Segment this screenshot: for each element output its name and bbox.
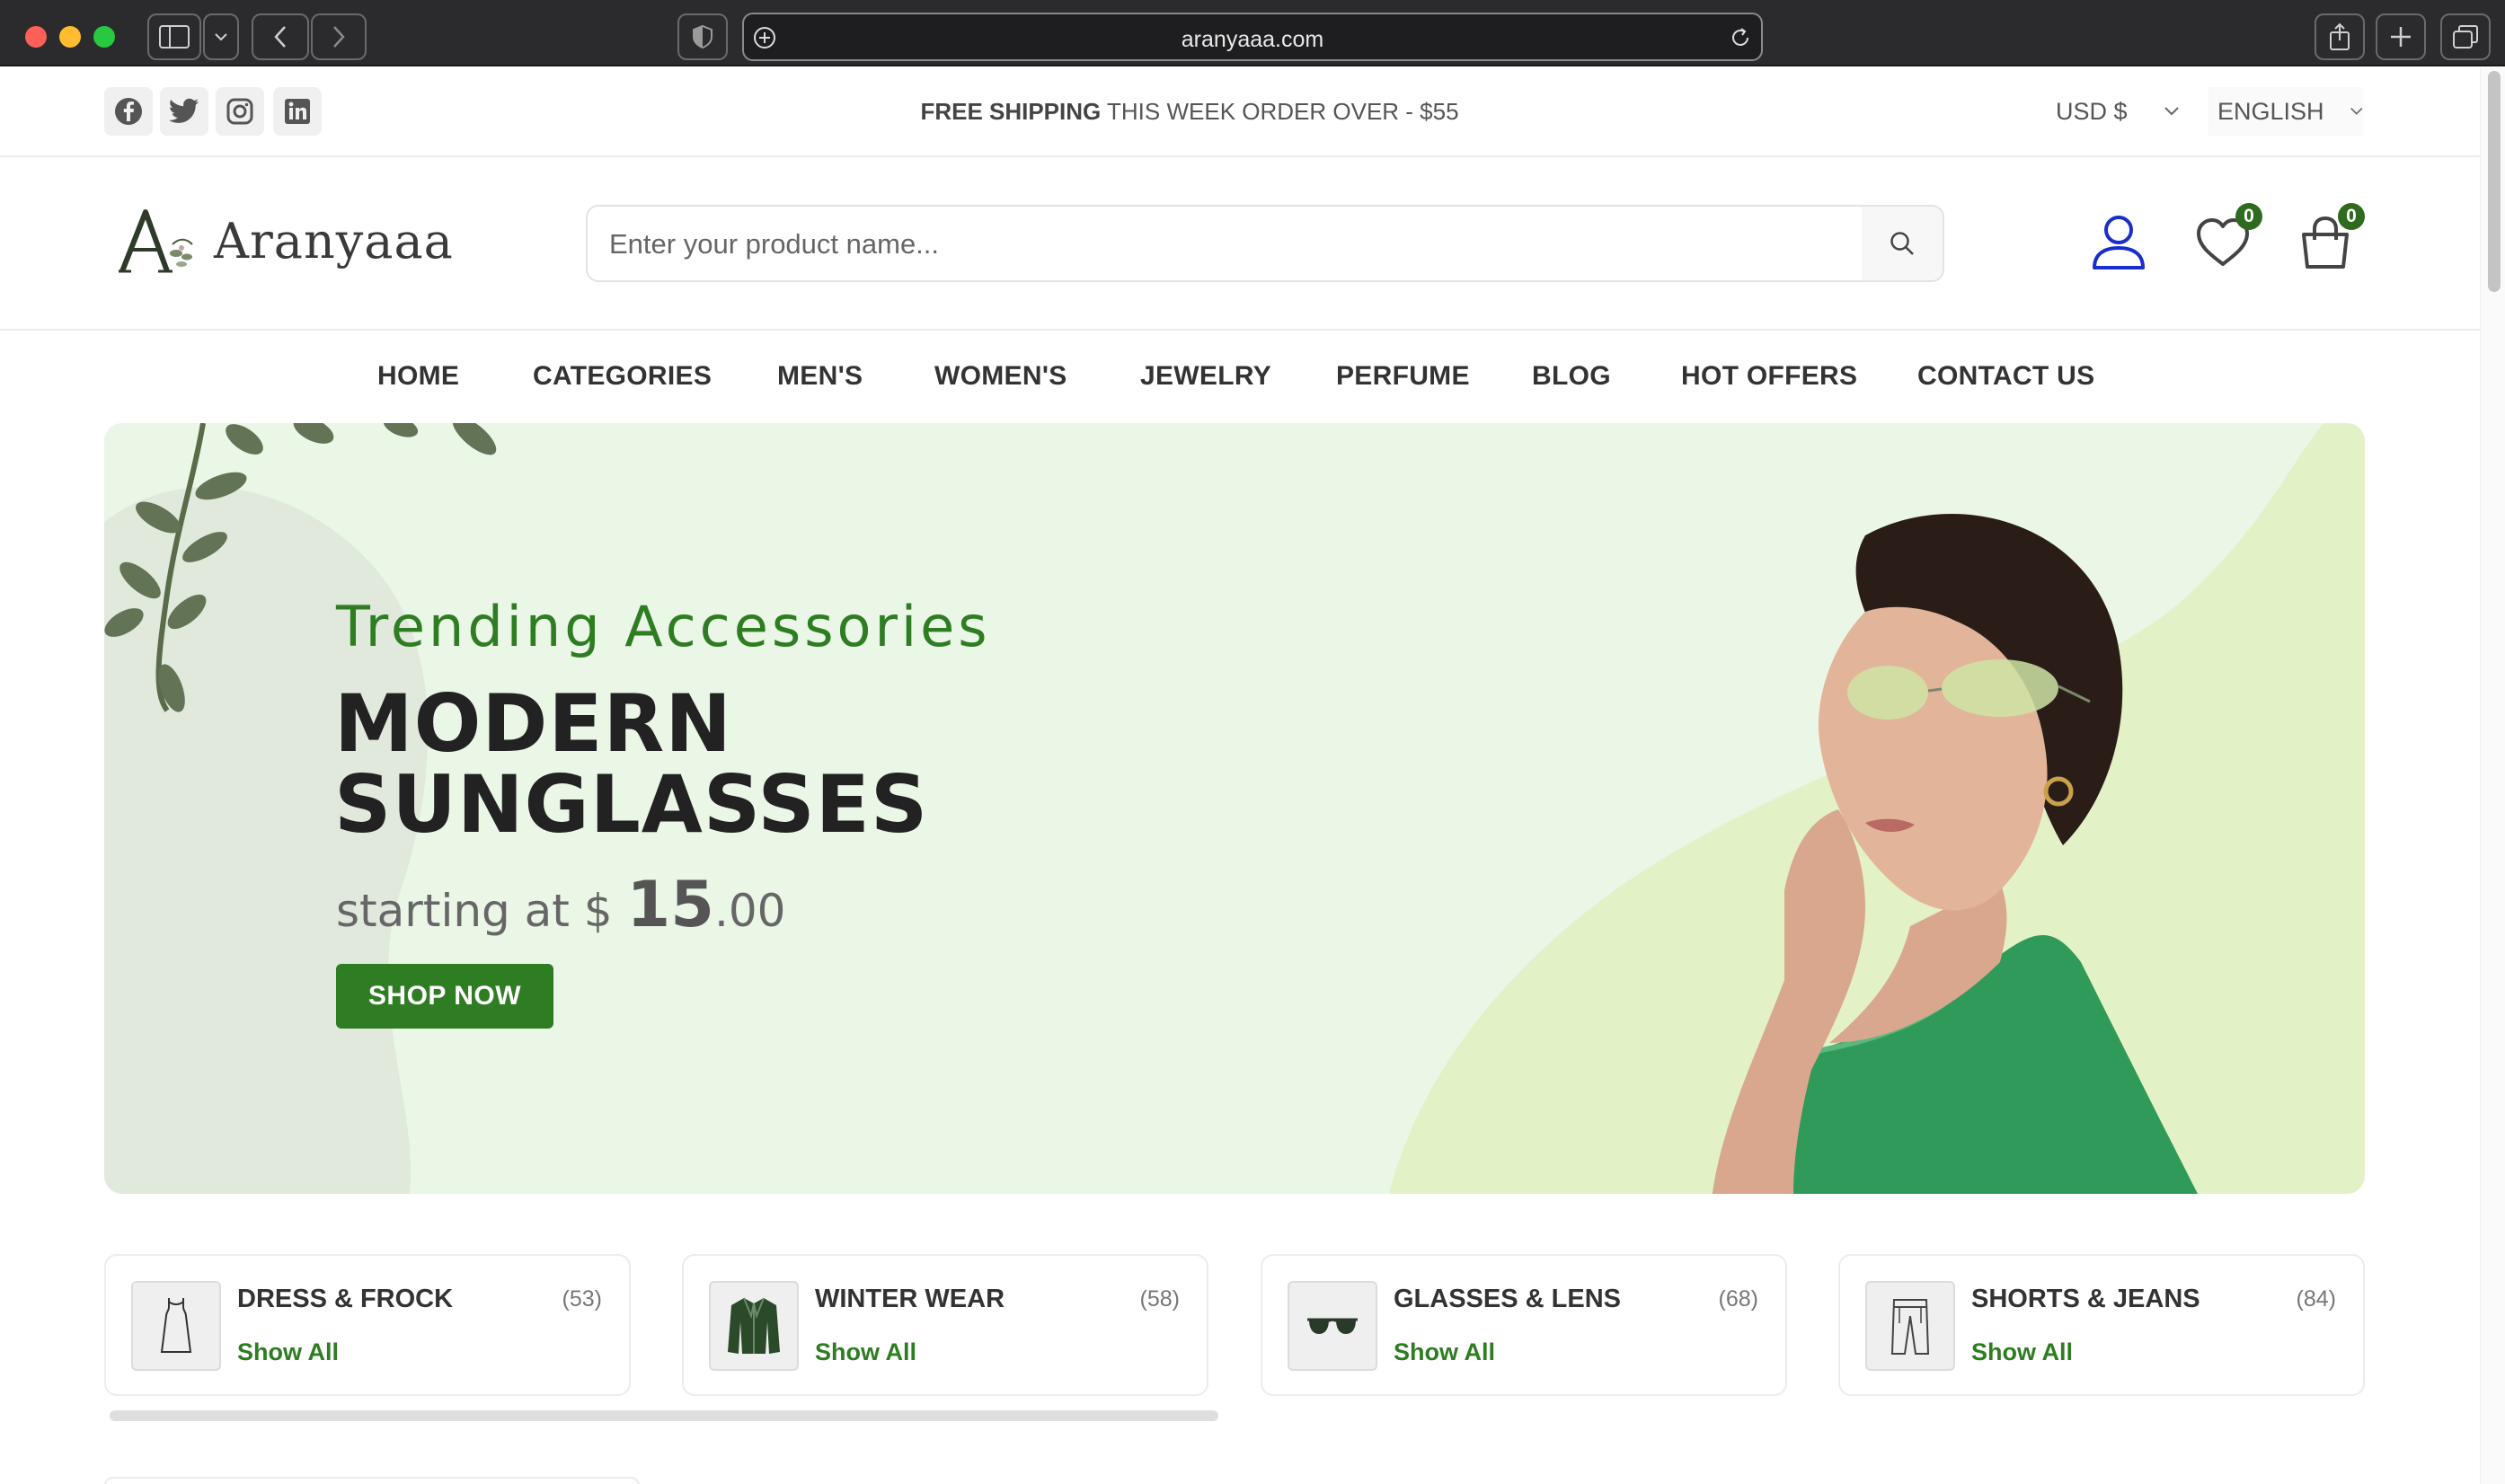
category-card-dress[interactable]: DRESS & FROCK (53) Show All bbox=[104, 1254, 631, 1396]
language-select[interactable]: ENGLISH bbox=[2208, 87, 2363, 136]
currency-value: USD $ bbox=[2056, 97, 2128, 125]
price-prefix: starting at $ bbox=[336, 885, 627, 937]
search-icon bbox=[1890, 232, 1914, 255]
address-bar[interactable]: aranyaaa.com bbox=[742, 13, 1763, 61]
show-all-link[interactable]: Show All bbox=[237, 1338, 339, 1366]
banner-price: starting at $ 15.00 bbox=[336, 868, 785, 941]
category-card-shorts-jeans[interactable]: SHORTS & JEANS (84) Show All bbox=[1838, 1254, 2365, 1396]
jacket-icon bbox=[728, 1297, 780, 1354]
category-count: (84) bbox=[2296, 1286, 2336, 1312]
forward-button[interactable] bbox=[311, 13, 367, 60]
category-count: (58) bbox=[1139, 1286, 1180, 1312]
glasses-icon bbox=[1307, 1318, 1358, 1334]
category-carousel-scrollbar[interactable] bbox=[110, 1410, 1218, 1421]
banner-title-line-2: SUNGLASSES bbox=[334, 758, 929, 851]
shipping-highlight: FREE SHIPPING bbox=[920, 98, 1102, 125]
reload-icon[interactable] bbox=[1729, 26, 1752, 49]
site-logo[interactable]: Aranyaaa bbox=[117, 207, 454, 275]
nav-perfume[interactable]: PERFUME bbox=[1336, 361, 1470, 392]
tabs-icon bbox=[2453, 25, 2478, 49]
cart-button[interactable]: 0 bbox=[2293, 203, 2365, 275]
tab-group-dropdown[interactable] bbox=[203, 13, 239, 60]
nav-home[interactable]: HOME bbox=[377, 361, 459, 392]
logo-text: Aranyaaa bbox=[214, 212, 454, 269]
nav-contact-us[interactable]: CONTACT US bbox=[1917, 361, 2094, 392]
url-text: aranyaaa.com bbox=[1181, 27, 1324, 52]
page-scrollbar-thumb[interactable] bbox=[2488, 71, 2501, 292]
jeans-icon bbox=[1890, 1299, 1930, 1355]
logo-mark-icon bbox=[119, 209, 193, 273]
browser-toolbar: aranyaaa.com bbox=[0, 0, 2505, 66]
shop-now-button[interactable]: SHOP NOW bbox=[336, 964, 553, 1029]
search-box bbox=[586, 205, 1944, 282]
cart-count-badge: 0 bbox=[2338, 203, 2365, 230]
shipping-detail: THIS WEEK ORDER OVER - $55 bbox=[1101, 98, 1459, 125]
category-count: (68) bbox=[1718, 1286, 1758, 1312]
new-tab-button[interactable] bbox=[2376, 13, 2426, 60]
chevron-down-icon bbox=[2350, 107, 2362, 115]
dress-icon bbox=[160, 1298, 192, 1353]
nav-blog[interactable]: BLOG bbox=[1532, 361, 1611, 392]
category-name: WINTER WEAR bbox=[815, 1285, 1005, 1313]
main-navigation: HOME CATEGORIES MEN'S WOMEN'S JEWELRY PE… bbox=[0, 332, 2480, 422]
nav-hot-offers[interactable]: HOT OFFERS bbox=[1681, 361, 1857, 392]
category-thumbnail bbox=[709, 1281, 799, 1371]
plus-icon bbox=[2391, 27, 2411, 47]
shield-icon bbox=[693, 24, 713, 49]
chevron-down-icon bbox=[2164, 107, 2179, 116]
show-all-link[interactable]: Show All bbox=[1971, 1338, 2073, 1366]
category-name: SHORTS & JEANS bbox=[1971, 1285, 2200, 1313]
chevron-left-icon bbox=[274, 26, 286, 48]
show-all-link[interactable]: Show All bbox=[815, 1338, 916, 1366]
sidebar-icon bbox=[159, 25, 190, 49]
chevron-right-icon bbox=[333, 26, 345, 48]
currency-select[interactable]: USD $ bbox=[2056, 87, 2192, 136]
banner-subtitle: Trending Accessories bbox=[336, 594, 991, 659]
share-icon bbox=[2330, 22, 2350, 50]
announcement-bar: FREE SHIPPING THIS WEEK ORDER OVER - $55… bbox=[0, 67, 2480, 157]
category-card-winter-wear[interactable]: WINTER WEAR (58) Show All bbox=[682, 1254, 1208, 1396]
category-card-glasses[interactable]: GLASSES & LENS (68) Show All bbox=[1261, 1254, 1787, 1396]
search-input[interactable] bbox=[609, 225, 1867, 264]
page-scrollbar[interactable] bbox=[2480, 67, 2505, 1484]
price-cents: .00 bbox=[713, 885, 786, 937]
nav-mens[interactable]: MEN'S bbox=[777, 361, 863, 392]
back-button[interactable] bbox=[252, 13, 309, 60]
nav-categories[interactable]: CATEGORIES bbox=[533, 361, 712, 392]
category-count: (53) bbox=[562, 1286, 602, 1312]
privacy-report-button[interactable] bbox=[677, 13, 728, 60]
zoom-window-button[interactable] bbox=[93, 26, 115, 48]
tab-overview-button[interactable] bbox=[2440, 13, 2491, 60]
category-name: DRESS & FROCK bbox=[237, 1285, 454, 1313]
search-button[interactable] bbox=[1862, 207, 1943, 280]
shipping-announcement: FREE SHIPPING THIS WEEK ORDER OVER - $55 bbox=[0, 98, 2379, 126]
language-value: ENGLISH bbox=[2217, 97, 2324, 125]
wishlist-count-badge: 0 bbox=[2235, 203, 2262, 230]
site-header: Aranyaaa 0 0 bbox=[0, 158, 2480, 331]
show-all-link[interactable]: Show All bbox=[1394, 1338, 1495, 1366]
hero-banner: Trending Accessories MODERN SUNGLASSES s… bbox=[104, 423, 2365, 1194]
category-name: GLASSES & LENS bbox=[1394, 1285, 1621, 1313]
category-thumbnail bbox=[1288, 1281, 1377, 1371]
category-thumbnail bbox=[131, 1281, 221, 1371]
banner-title: MODERN SUNGLASSES bbox=[334, 684, 928, 845]
banner-title-line-1: MODERN bbox=[334, 677, 732, 770]
account-button[interactable] bbox=[2086, 210, 2151, 275]
chevron-down-icon bbox=[215, 33, 227, 41]
minimize-window-button[interactable] bbox=[59, 26, 81, 48]
category-thumbnail bbox=[1865, 1281, 1955, 1371]
sidebar-toggle-button[interactable] bbox=[147, 13, 201, 60]
next-section-card-edge bbox=[104, 1477, 640, 1484]
user-icon bbox=[2093, 216, 2145, 269]
nav-jewelry[interactable]: JEWELRY bbox=[1140, 361, 1271, 392]
price-whole: 15 bbox=[626, 868, 714, 941]
nav-womens[interactable]: WOMEN'S bbox=[934, 361, 1067, 392]
close-window-button[interactable] bbox=[25, 26, 47, 48]
share-button[interactable] bbox=[2315, 13, 2365, 60]
wishlist-button[interactable]: 0 bbox=[2191, 203, 2262, 275]
